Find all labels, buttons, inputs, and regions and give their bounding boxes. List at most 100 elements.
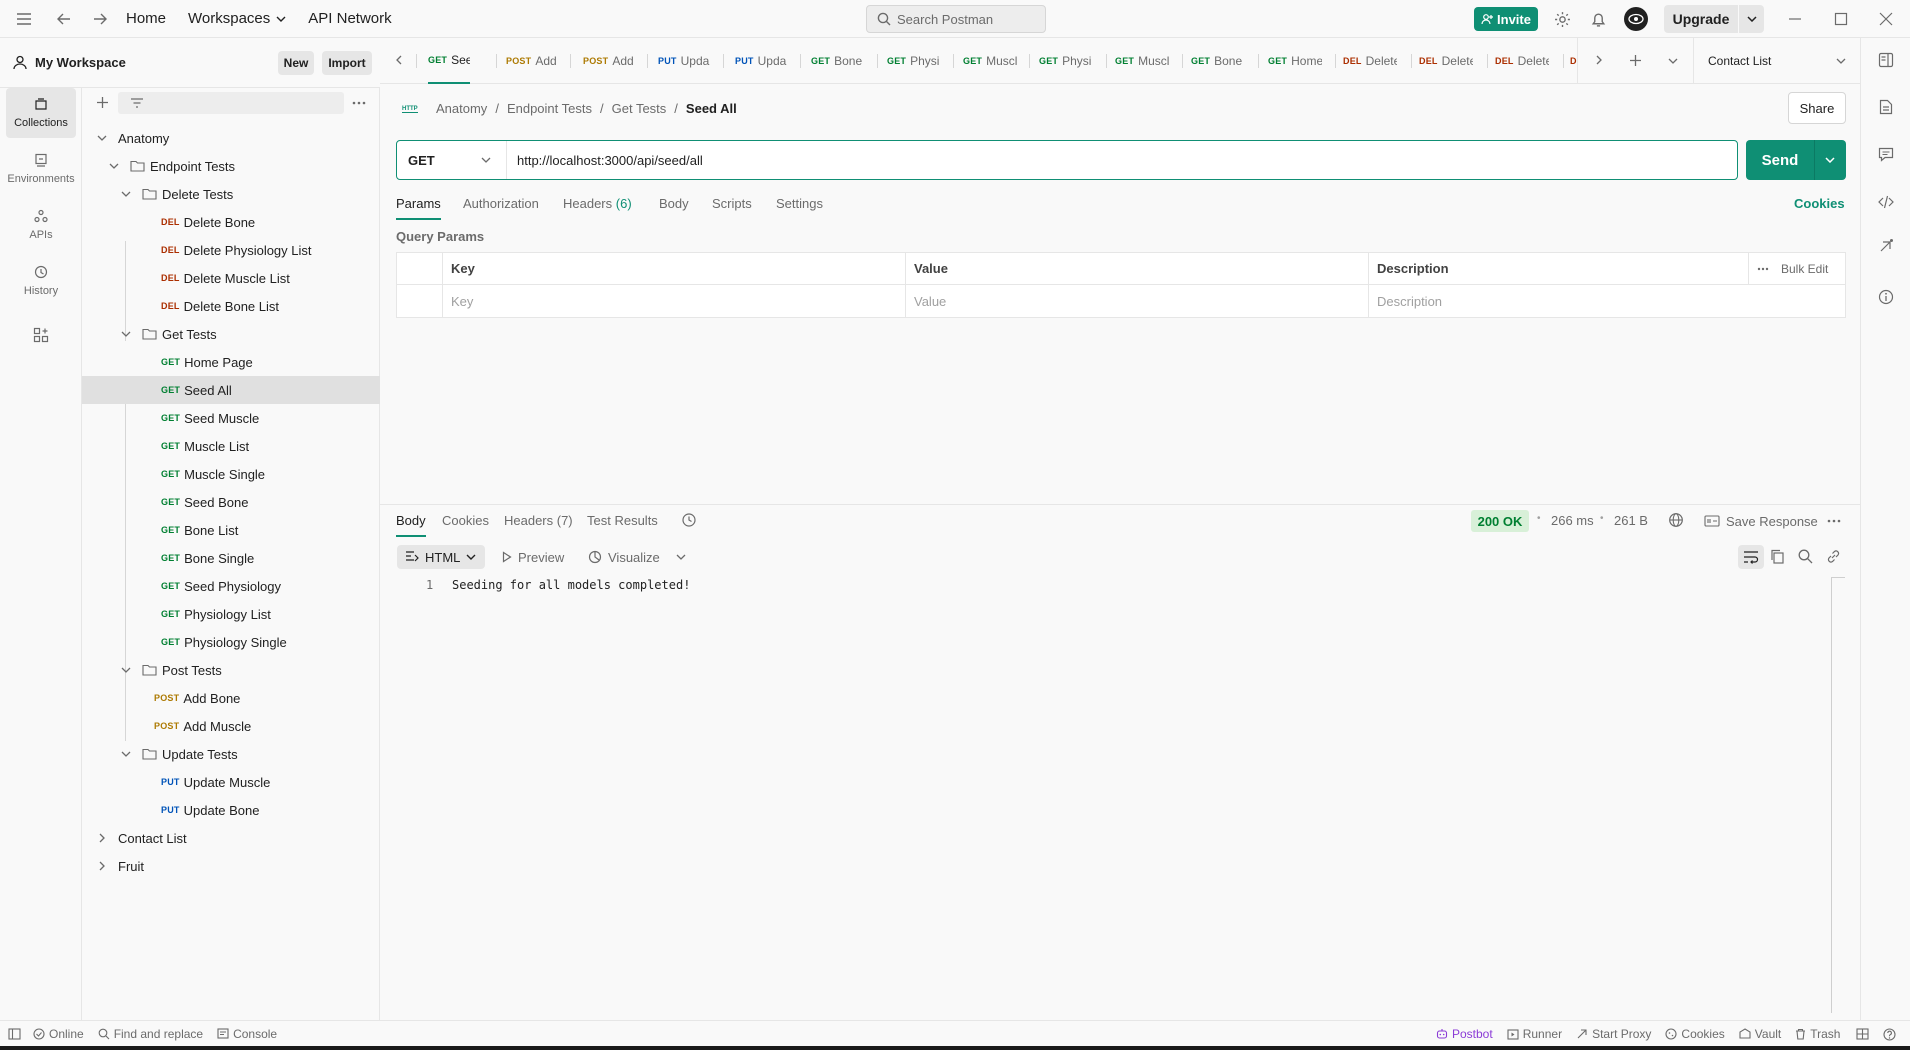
chevron-down-icon[interactable]	[1668, 58, 1678, 64]
tree-collection-contact-list[interactable]: Contact List	[82, 824, 380, 852]
documentation-icon[interactable]	[1879, 99, 1893, 115]
more-options-icon[interactable]	[352, 101, 366, 105]
toggle-panel-icon[interactable]	[1878, 52, 1894, 68]
cookies-button[interactable]: Cookies	[1665, 1027, 1725, 1041]
tree-request[interactable]: GET Seed Muscle	[82, 404, 380, 432]
breadcrumb-item[interactable]: Get Tests	[612, 101, 667, 116]
response-tab-body[interactable]: Body	[396, 513, 426, 537]
tree-request[interactable]: GET Home Page	[82, 348, 380, 376]
tab-request-active[interactable]: GETSeed	[428, 38, 470, 84]
cookies-link[interactable]: Cookies	[1794, 196, 1845, 211]
info-icon[interactable]	[1878, 289, 1894, 305]
settings-gear-icon[interactable]	[1554, 11, 1571, 28]
chevron-down-icon[interactable]	[676, 554, 686, 560]
api-network-link[interactable]: API Network	[308, 10, 391, 27]
tab-request[interactable]: DEL Delete	[1495, 38, 1549, 84]
param-key-input[interactable]: Key	[443, 285, 906, 317]
workspace-name[interactable]: My Workspace	[35, 55, 126, 70]
wrap-lines-icon[interactable]	[1738, 545, 1764, 569]
tree-request[interactable]: DEL Delete Bone	[82, 208, 380, 236]
tree-folder-get-tests[interactable]: Get Tests	[82, 320, 380, 348]
notification-bell-icon[interactable]	[1591, 11, 1606, 28]
tree-request[interactable]: DEL Delete Physiology List	[82, 236, 380, 264]
minimize-icon[interactable]	[1788, 12, 1802, 26]
avatar[interactable]	[1624, 7, 1648, 31]
tab-request[interactable]: POST Add	[506, 38, 560, 84]
start-proxy-button[interactable]: Start Proxy	[1576, 1027, 1651, 1041]
postbot-button[interactable]: Postbot	[1436, 1027, 1493, 1041]
tab-request[interactable]: GET Physi	[887, 38, 941, 84]
upgrade-button[interactable]: Upgrade	[1664, 5, 1764, 33]
comments-icon[interactable]	[1878, 147, 1894, 162]
tab-request[interactable]: DEL Delete	[1343, 38, 1397, 84]
chevron-left-icon[interactable]	[396, 55, 402, 65]
tree-request[interactable]: GET Muscle Single	[82, 460, 380, 488]
tab-authorization[interactable]: Authorization	[463, 196, 539, 211]
tree-request[interactable]: PUT Update Bone	[82, 796, 380, 824]
tree-request[interactable]: GET Muscle List	[82, 432, 380, 460]
invite-button[interactable]: Invite	[1474, 7, 1538, 31]
tab-request[interactable]: GET Bone	[811, 38, 865, 84]
tree-request[interactable]: GET Bone List	[82, 516, 380, 544]
chevron-right-icon[interactable]	[1596, 55, 1602, 65]
home-link[interactable]: Home	[126, 10, 166, 27]
import-button[interactable]: Import	[322, 51, 372, 75]
tab-request[interactable]: D	[1570, 38, 1582, 84]
status-badge[interactable]: 200 OK	[1471, 510, 1529, 532]
new-button[interactable]: New	[278, 51, 314, 75]
copy-icon[interactable]	[1770, 549, 1785, 564]
tree-folder-update-tests[interactable]: Update Tests	[82, 740, 380, 768]
console-button[interactable]: Console	[217, 1027, 277, 1041]
filter-input[interactable]	[118, 92, 344, 114]
method-select[interactable]: GET	[397, 141, 507, 179]
online-status[interactable]: Online	[33, 1027, 84, 1041]
tab-headers[interactable]: Headers (6)	[563, 196, 632, 211]
globe-icon[interactable]	[1668, 512, 1684, 528]
tab-request[interactable]: PUT Upda	[658, 38, 712, 84]
preview-button[interactable]: Preview	[502, 545, 564, 569]
param-description-input[interactable]: Description	[1369, 285, 1845, 317]
toggle-sidebar-icon[interactable]	[8, 1027, 21, 1040]
breadcrumb-item[interactable]: Anatomy	[436, 101, 487, 116]
chevron-down-icon[interactable]	[1739, 16, 1764, 22]
rail-history[interactable]: History	[6, 256, 76, 306]
tree-request[interactable]: POST Add Bone	[82, 684, 380, 712]
rail-environments[interactable]: Environments	[6, 144, 76, 194]
tab-request[interactable]: GET Bone	[1191, 38, 1245, 84]
tree-request[interactable]: GET Physiology List	[82, 600, 380, 628]
tree-request[interactable]: PUT Update Muscle	[82, 768, 380, 796]
breadcrumb-item[interactable]: Endpoint Tests	[507, 101, 592, 116]
tree-folder-delete-tests[interactable]: Delete Tests	[82, 180, 380, 208]
related-collections-icon[interactable]	[1878, 238, 1894, 254]
tree-request[interactable]: DEL Delete Bone List	[82, 292, 380, 320]
tree-request[interactable]: GET Bone Single	[82, 544, 380, 572]
tab-params[interactable]: Params	[396, 196, 441, 220]
visualize-button[interactable]: Visualize	[588, 545, 660, 569]
workspaces-menu[interactable]: Workspaces	[188, 10, 286, 27]
close-icon[interactable]	[1879, 12, 1893, 26]
tab-body[interactable]: Body	[659, 196, 689, 211]
response-tab-test-results[interactable]: Test Results	[587, 513, 658, 528]
tab-request[interactable]: PUT Upda	[735, 38, 789, 84]
more-options-icon[interactable]	[1827, 519, 1841, 523]
response-tab-cookies[interactable]: Cookies	[442, 513, 489, 528]
save-response-button[interactable]: Save Response	[1704, 510, 1818, 532]
add-icon[interactable]	[96, 96, 109, 109]
response-tab-headers[interactable]: Headers (7)	[504, 513, 573, 528]
runner-button[interactable]: Runner	[1507, 1027, 1562, 1041]
vault-button[interactable]: Vault	[1739, 1027, 1781, 1041]
tree-request[interactable]: GET Seed Bone	[82, 488, 380, 516]
environment-selector[interactable]: Contact List	[1694, 38, 1860, 84]
tree-folder-post-tests[interactable]: Post Tests	[82, 656, 380, 684]
trash-button[interactable]: Trash	[1795, 1027, 1840, 1041]
response-body-viewer[interactable]: 1 Seeding for all models completed!	[396, 574, 1832, 1014]
share-button[interactable]: Share	[1788, 92, 1846, 124]
tab-request[interactable]: GET Physi	[1039, 38, 1093, 84]
tree-request[interactable]: GET Seed Physiology	[82, 572, 380, 600]
param-value-input[interactable]: Value	[906, 285, 1369, 317]
tree-request[interactable]: DEL Delete Muscle List	[82, 264, 380, 292]
tree-request[interactable]: GET Physiology Single	[82, 628, 380, 656]
tab-request[interactable]: DEL Delete	[1419, 38, 1473, 84]
tab-settings[interactable]: Settings	[776, 196, 823, 211]
rail-collections[interactable]: Collections	[6, 88, 76, 138]
